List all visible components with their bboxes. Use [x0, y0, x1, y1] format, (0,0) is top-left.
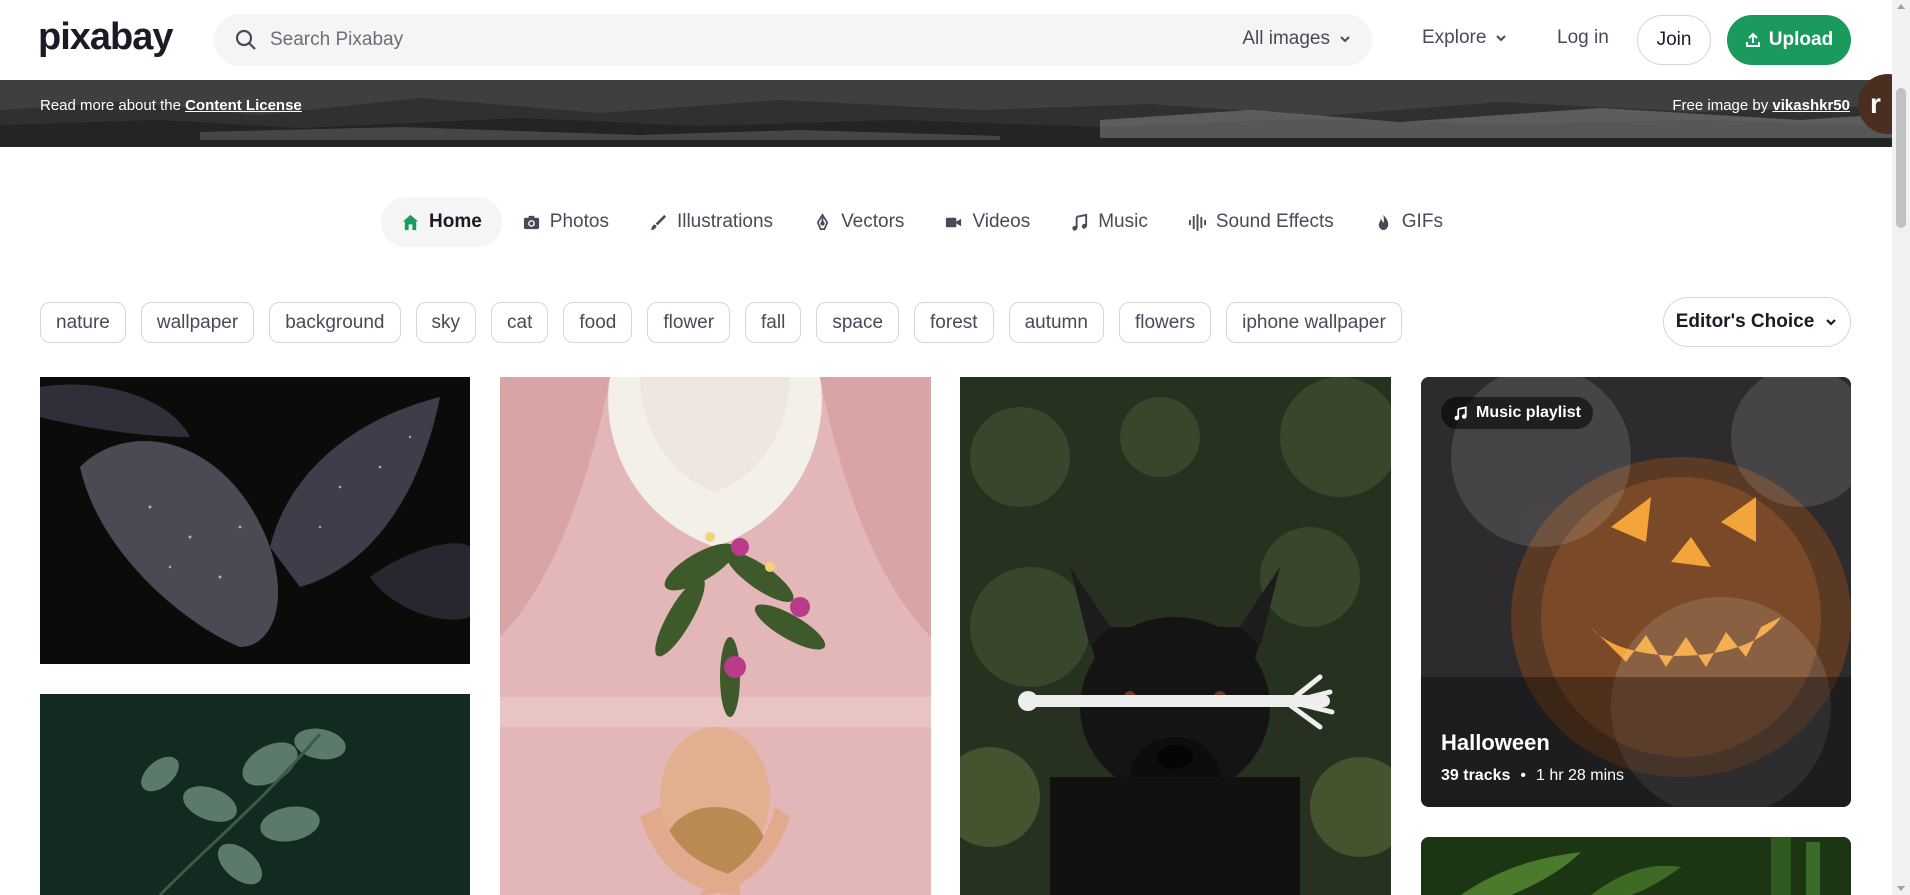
scrollbar[interactable] — [1892, 0, 1910, 895]
content-license-link[interactable]: Content License — [185, 97, 302, 114]
pixabay-logo[interactable]: pixabay — [38, 16, 188, 62]
chevron-down-icon — [1340, 36, 1350, 43]
flame-icon — [1378, 214, 1389, 230]
music-playlist-badge: Music playlist — [1441, 397, 1593, 429]
tag-chip[interactable]: wallpaper — [140, 302, 255, 343]
content-license-notice: Read more about the Content License — [40, 97, 302, 114]
credit-prefix: Free image by — [1672, 97, 1773, 114]
chevron-down-icon — [1496, 35, 1507, 42]
tag-chip[interactable]: iphone wallpaper — [1226, 302, 1402, 343]
svg-text:pixabay: pixabay — [38, 16, 173, 58]
tag-chip[interactable]: cat — [491, 302, 549, 343]
dark-leaves-photo — [40, 377, 470, 664]
playlist-meta: 39 tracks • 1 hr 28 mins — [1441, 767, 1624, 785]
tag-chip[interactable]: fall — [745, 302, 802, 343]
tab-label: GIFs — [1401, 211, 1443, 232]
tab-label: Photos — [549, 211, 609, 232]
music-playlist-card[interactable]: Music playlist Halloween 39 tracks • 1 h… — [1421, 377, 1851, 807]
tag-chip[interactable]: space — [816, 302, 900, 343]
image-card-green-foliage[interactable] — [1421, 837, 1851, 895]
image-card-black-dog[interactable] — [960, 377, 1391, 895]
explore-label: Explore — [1422, 27, 1487, 48]
upload-icon — [1745, 32, 1760, 47]
login-link[interactable]: Log in — [1557, 27, 1609, 49]
tab-gifs[interactable]: GIFs — [1354, 197, 1463, 247]
scroll-up-arrow[interactable] — [1897, 4, 1905, 9]
upload-button[interactable]: Upload — [1727, 15, 1851, 65]
tag-chip[interactable]: flowers — [1118, 302, 1212, 343]
image-card-dark-leaves[interactable] — [40, 377, 470, 664]
tag-chip[interactable]: nature — [40, 302, 126, 343]
media-type-dropdown[interactable]: All images — [1242, 28, 1352, 50]
tab-label: Home — [429, 211, 482, 232]
green-foliage-photo — [1421, 837, 1851, 895]
badge-label: Music playlist — [1476, 404, 1581, 421]
search-icon[interactable] — [234, 28, 258, 52]
tag-chip[interactable]: sky — [415, 302, 476, 343]
scrollbar-thumb[interactable] — [1896, 88, 1906, 228]
tab-music[interactable]: Music — [1050, 197, 1168, 247]
green-leaves-photo — [40, 694, 470, 895]
image-card-pink-dress[interactable] — [500, 377, 931, 895]
black-dog-photo — [960, 377, 1391, 895]
tag-list: nature wallpaper background sky cat food… — [40, 302, 1402, 343]
tab-illustrations[interactable]: Illustrations — [629, 197, 793, 247]
tab-label: Music — [1098, 211, 1148, 232]
tab-label: Videos — [972, 211, 1031, 232]
brush-icon — [650, 214, 667, 230]
tag-chip[interactable]: flower — [647, 302, 731, 343]
music-note-icon — [1454, 405, 1467, 420]
tag-chip[interactable]: food — [563, 302, 633, 343]
waveform-icon — [1188, 213, 1206, 231]
image-credit: Free image by vikashkr50 — [1672, 97, 1850, 114]
top-header: pixabay All images Explore Log in Join U… — [0, 0, 1892, 80]
sort-dropdown[interactable]: Editor's Choice — [1663, 297, 1851, 347]
playlist-duration: 1 hr 28 mins — [1536, 767, 1625, 784]
hero-banner: Read more about the Content License Free… — [0, 80, 1892, 147]
search-input[interactable] — [270, 24, 1170, 56]
video-icon — [946, 217, 962, 227]
search-bar: All images — [214, 14, 1372, 66]
tab-photos[interactable]: Photos — [502, 197, 629, 247]
tag-chip[interactable]: forest — [914, 302, 994, 343]
tab-home[interactable]: Home — [381, 197, 502, 247]
tab-label: Vectors — [841, 211, 905, 232]
tab-label: Illustrations — [676, 211, 774, 232]
track-count: 39 tracks — [1441, 767, 1511, 784]
image-card-green-leaves[interactable] — [40, 694, 470, 895]
tab-label: Sound Effects — [1215, 211, 1334, 232]
home-icon — [402, 214, 419, 230]
camera-icon — [523, 215, 539, 229]
join-button[interactable]: Join — [1637, 15, 1711, 65]
media-type-label: All images — [1242, 28, 1330, 49]
category-tabs: Home Photos Illustrations Vectors Videos… — [381, 197, 1463, 247]
tag-chip[interactable]: background — [269, 302, 401, 343]
tab-videos[interactable]: Videos — [924, 197, 1050, 247]
sort-label: Editor's Choice — [1675, 311, 1815, 332]
upload-label: Upload — [1768, 29, 1834, 50]
tab-vectors[interactable]: Vectors — [793, 197, 924, 247]
dot-separator: • — [1520, 767, 1526, 784]
chevron-down-icon — [1826, 319, 1837, 326]
tab-sound-effects[interactable]: Sound Effects — [1168, 197, 1354, 247]
playlist-title: Halloween — [1441, 730, 1550, 755]
music-note-icon — [1072, 213, 1088, 231]
scroll-down-arrow[interactable] — [1897, 886, 1905, 891]
tag-chip[interactable]: autumn — [1008, 302, 1104, 343]
explore-menu[interactable]: Explore — [1422, 27, 1508, 49]
pen-nib-icon — [816, 212, 829, 230]
license-prefix: Read more about the — [40, 97, 186, 114]
credit-user-link[interactable]: vikashkr50 — [1772, 97, 1850, 114]
pink-dress-photo — [500, 377, 931, 895]
